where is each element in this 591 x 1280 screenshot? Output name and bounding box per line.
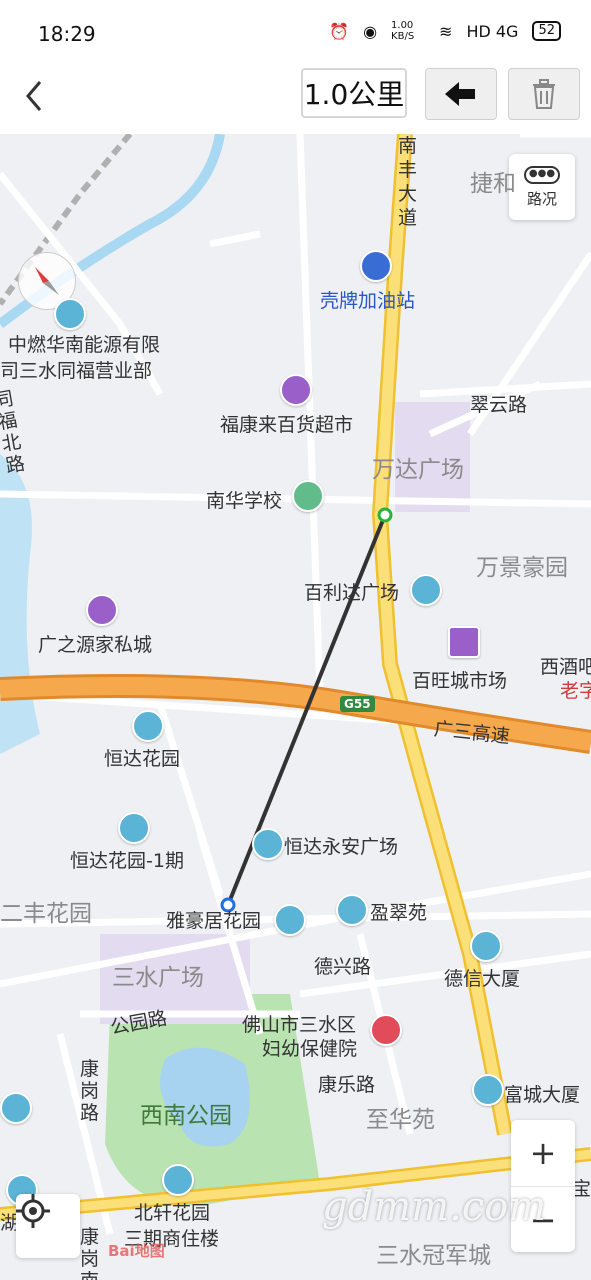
alarm-icon: ⏰ xyxy=(329,21,350,41)
locate-button[interactable] xyxy=(16,1194,80,1258)
building-icon[interactable] xyxy=(0,1092,32,1124)
watermark: gdmm.com xyxy=(322,1184,547,1230)
building-icon[interactable] xyxy=(118,812,150,844)
status-icons: ⏰ ◉ 1.00 KB/S ≋ HD 4G 52 xyxy=(329,20,561,42)
back-arrow-icon[interactable] xyxy=(20,76,50,116)
poi-label: 北轩花园 xyxy=(134,1202,211,1224)
road-label: 康岗南 xyxy=(80,1226,100,1280)
poi-label: 恒达花园 xyxy=(104,748,181,770)
building-icon[interactable] xyxy=(54,298,86,330)
school-icon[interactable] xyxy=(292,480,324,512)
building-icon[interactable] xyxy=(336,894,368,926)
poi-label: 老字 xyxy=(560,680,591,702)
traffic-icon: ●●● xyxy=(524,166,560,184)
net-speed: 1.00 KB/S xyxy=(391,20,415,42)
building-icon[interactable] xyxy=(470,930,502,962)
poi-label: 德信大厦 xyxy=(444,968,521,990)
place-label: 至华苑 xyxy=(366,1107,435,1133)
hospital-icon[interactable] xyxy=(370,1014,402,1046)
battery-icon: 52 xyxy=(532,21,561,41)
water-area xyxy=(0,454,40,754)
shopping-icon[interactable] xyxy=(86,594,118,626)
place-label: 捷和 xyxy=(470,171,516,197)
zoom-in-button[interactable]: + xyxy=(511,1120,575,1187)
gas-station-label: 壳牌加油站 xyxy=(320,290,416,312)
gas-station-icon[interactable] xyxy=(360,250,392,282)
building-icon[interactable] xyxy=(162,1164,194,1196)
poi-label: 佛山市三水区 xyxy=(242,1014,357,1036)
poi-label: 西酒吧 xyxy=(540,656,591,678)
measure-start-point xyxy=(377,507,393,523)
building-icon[interactable] xyxy=(472,1074,504,1106)
road-label: 康乐路 xyxy=(318,1074,376,1096)
undo-button[interactable] xyxy=(425,68,497,120)
poi-label: 中燃华南能源有限 xyxy=(8,334,161,356)
poi-label: 盈翠苑 xyxy=(370,902,428,924)
poi-label: 福康来百货超市 xyxy=(220,414,354,436)
signal-label: HD 4G xyxy=(466,21,519,41)
highway-shield: G55 xyxy=(340,696,375,712)
measure-toolbar: 1.0公里 xyxy=(0,62,591,134)
place-label: 三水冠军城 xyxy=(376,1243,491,1269)
poi-label: 南华学校 xyxy=(206,490,283,512)
building-icon[interactable] xyxy=(410,574,442,606)
map-view[interactable]: ●●● 路况 G55 南丰大道 捷和 壳牌加油站 中燃华南能源有限 司三水同福营… xyxy=(0,134,591,1280)
traffic-button[interactable]: ●●● 路况 xyxy=(509,154,575,220)
poi-label: 司三水同福营业部 xyxy=(0,360,153,382)
poi-label: 妇幼保健院 xyxy=(262,1038,358,1060)
traffic-label: 路况 xyxy=(526,190,557,208)
road-label: 南丰大道 xyxy=(398,135,418,229)
poi-label: 百利达广场 xyxy=(304,582,400,604)
status-bar: 18:29 ⏰ ◉ 1.00 KB/S ≋ HD 4G 52 xyxy=(0,0,591,62)
trash-icon xyxy=(533,79,555,109)
building-icon[interactable] xyxy=(274,904,306,936)
place-label: 二丰花园 xyxy=(0,901,92,927)
location-icon: ◉ xyxy=(363,21,378,41)
place-label: 万达广场 xyxy=(372,457,464,483)
poi-label: 百旺城市场 xyxy=(412,670,508,692)
arrow-left-icon xyxy=(445,82,475,106)
wifi-icon: ≋ xyxy=(439,21,453,41)
crosshair-icon xyxy=(16,1194,50,1228)
road-label: 翠云路 xyxy=(470,394,528,416)
poi-label: 广之源家私城 xyxy=(38,634,153,656)
road-label: 康岗路 xyxy=(80,1058,100,1124)
baidu-logo: Bai地图 xyxy=(108,1242,165,1260)
poi-label: 恒达花园-1期 xyxy=(70,850,184,872)
building-icon[interactable] xyxy=(132,710,164,742)
place-label: 万景豪园 xyxy=(476,555,568,581)
road-label: 德兴路 xyxy=(314,956,372,978)
park-label: 西南公园 xyxy=(140,1103,232,1129)
clear-button[interactable] xyxy=(508,68,580,120)
market-icon[interactable] xyxy=(448,626,480,658)
poi-label: 富城大厦 xyxy=(504,1084,581,1106)
place-label: 三水广场 xyxy=(112,965,204,991)
building-icon[interactable] xyxy=(252,828,284,860)
status-time: 18:29 xyxy=(38,22,96,46)
poi-label: 雅豪居花园 xyxy=(166,910,262,932)
shopping-icon[interactable] xyxy=(280,374,312,406)
poi-label: 恒达永安广场 xyxy=(284,836,399,858)
distance-readout: 1.0公里 xyxy=(301,68,407,118)
